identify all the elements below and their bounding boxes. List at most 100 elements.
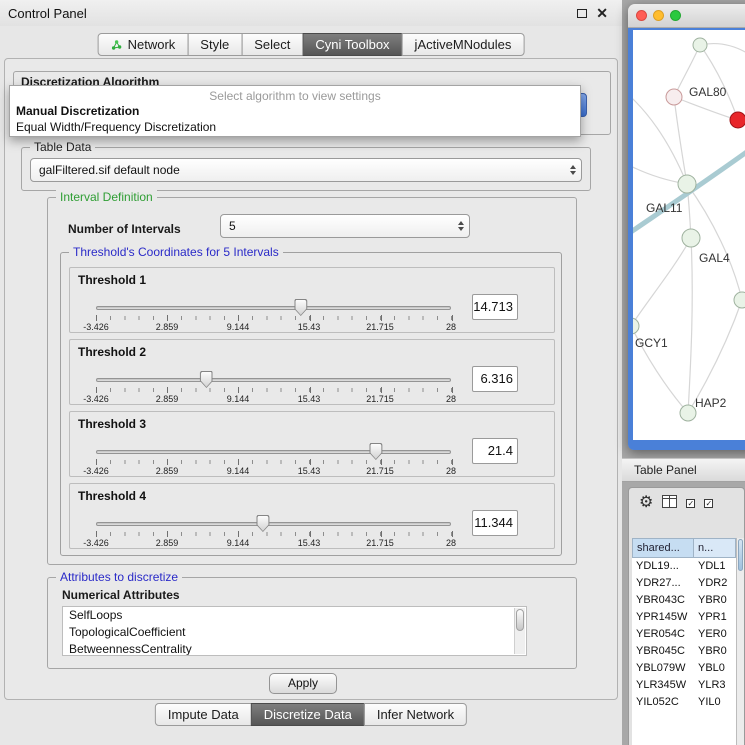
table-row[interactable]: YLR345WYLR3 xyxy=(632,677,736,694)
minimize-traffic-light-icon[interactable] xyxy=(653,10,664,21)
tick-label: -3.426 xyxy=(83,322,109,332)
threshold-value-field[interactable]: 14.713 xyxy=(472,294,518,320)
show-columns-icon[interactable] xyxy=(662,495,677,511)
threshold-block: Threshold 1-3.4262.8599.14415.4321.71528… xyxy=(69,267,555,333)
cell-shared-name: YER054C xyxy=(632,626,694,643)
threshold-value-field[interactable]: 21.4 xyxy=(472,438,518,464)
close-icon[interactable]: ✕ xyxy=(596,6,608,20)
network-node[interactable] xyxy=(734,292,745,308)
threshold-slider[interactable] xyxy=(96,306,451,310)
threshold-slider[interactable] xyxy=(96,378,451,382)
threshold-value-field[interactable]: 11.344 xyxy=(472,510,518,536)
tab-jactivemnodules[interactable]: jActiveMNodules xyxy=(402,33,525,56)
tab-network[interactable]: Network xyxy=(98,33,189,56)
zoom-traffic-light-icon[interactable] xyxy=(670,10,681,21)
tab-discretize-data[interactable]: Discretize Data xyxy=(251,703,365,726)
table-data-group: Table Data galFiltered.sif default node xyxy=(21,147,591,191)
table-row[interactable]: YBR045CYBR0 xyxy=(632,643,736,660)
table-scrollbar-thumb[interactable] xyxy=(738,539,743,571)
attributes-scrollbar[interactable] xyxy=(514,608,525,654)
slider-major-tick xyxy=(167,315,168,321)
tick-label: 2.859 xyxy=(156,394,179,404)
network-window-titlebar[interactable] xyxy=(628,4,745,28)
numerical-attributes-list[interactable]: SelfLoopsTopologicalCoefficientBetweenne… xyxy=(62,606,527,656)
algorithm-option-manual[interactable]: Manual Discretization xyxy=(10,103,580,119)
tab-cyni-toolbox[interactable]: Cyni Toolbox xyxy=(302,33,402,56)
top-tab-strip: Network StyleSelectCyni ToolboxjActiveMNo… xyxy=(98,33,525,56)
tab-infer-network[interactable]: Infer Network xyxy=(364,703,467,726)
network-node[interactable] xyxy=(680,405,696,421)
column-header-name[interactable]: n... xyxy=(693,538,736,558)
threshold-slider[interactable] xyxy=(96,522,451,526)
tab-label: Discretize Data xyxy=(264,707,352,722)
slider-thumb-face xyxy=(201,372,212,387)
threshold-label: Threshold 2 xyxy=(78,345,146,359)
threshold-value-field[interactable]: 6.316 xyxy=(472,366,518,392)
select-all-checkbox-icon[interactable]: ✓ xyxy=(686,499,695,508)
slider-major-tick xyxy=(381,459,382,465)
network-view-window: GAL80 GAL11 GAL4 GCY1 HAP2 xyxy=(628,4,745,450)
table-body: YDL19...YDL1YDR27...YDR2YBR043CYBR0YPR14… xyxy=(632,558,736,745)
list-item[interactable]: BetweennessCentrality xyxy=(63,641,526,656)
threshold-label: Threshold 3 xyxy=(78,417,146,431)
table-data-combobox[interactable]: galFiltered.sif default node xyxy=(30,158,582,182)
slider-major-tick xyxy=(238,315,239,321)
slider-thumb[interactable] xyxy=(294,299,307,316)
slider-major-tick xyxy=(310,315,311,321)
network-canvas[interactable]: GAL80 GAL11 GAL4 GCY1 HAP2 xyxy=(633,30,745,440)
tab-impute-data[interactable]: Impute Data xyxy=(155,703,252,726)
cell-name: YDR2 xyxy=(694,575,736,592)
algorithm-option-equal-width[interactable]: Equal Width/Frequency Discretization xyxy=(10,119,580,135)
float-window-icon[interactable] xyxy=(577,9,587,18)
slider-tick-labels: -3.4262.8599.14415.4321.71528 xyxy=(96,466,451,476)
apply-button[interactable]: Apply xyxy=(269,673,337,694)
network-node[interactable] xyxy=(682,229,700,247)
tab-select[interactable]: Select xyxy=(241,33,303,56)
attributes-scrollbar-thumb[interactable] xyxy=(516,609,524,631)
select-none-checkbox-icon[interactable]: ✓ xyxy=(704,499,713,508)
table-row[interactable]: YPR145WYPR1 xyxy=(632,609,736,626)
threshold-block: Threshold 2-3.4262.8599.14415.4321.71528… xyxy=(69,339,555,405)
network-node[interactable] xyxy=(633,318,639,334)
list-item[interactable]: TopologicalCoefficient xyxy=(63,624,526,641)
cell-name: YBR0 xyxy=(694,643,736,660)
network-node[interactable] xyxy=(693,38,707,52)
tab-label: Network xyxy=(128,37,176,52)
table-row[interactable]: YBR043CYBR0 xyxy=(632,592,736,609)
slider-ticks xyxy=(96,532,452,536)
tick-label: 9.144 xyxy=(227,538,250,548)
slider-thumb[interactable] xyxy=(256,515,269,532)
table-panel-header[interactable]: Table Panel xyxy=(622,458,745,482)
list-item[interactable]: SelfLoops xyxy=(63,607,526,624)
table-row[interactable]: YIL052CYIL0 xyxy=(632,694,736,711)
tick-label: 21.715 xyxy=(366,466,394,476)
number-of-intervals-combobox[interactable]: 5 xyxy=(220,214,470,238)
network-node[interactable] xyxy=(666,89,682,105)
tab-style[interactable]: Style xyxy=(187,33,242,56)
table-header-row: shared... n... xyxy=(632,538,736,558)
slider-major-tick xyxy=(167,531,168,537)
slider-major-tick xyxy=(96,459,97,465)
tick-label: 2.859 xyxy=(156,322,179,332)
selected-network-node[interactable] xyxy=(730,112,745,128)
column-header-shared-name[interactable]: shared... xyxy=(632,538,694,558)
network-node[interactable] xyxy=(678,175,696,193)
table-row[interactable]: YBL079WYBL0 xyxy=(632,660,736,677)
table-row[interactable]: YER054CYER0 xyxy=(632,626,736,643)
slider-thumb[interactable] xyxy=(369,443,382,460)
close-traffic-light-icon[interactable] xyxy=(636,10,647,21)
slider-thumb-face xyxy=(257,516,268,531)
table-row[interactable]: YDR27...YDR2 xyxy=(632,575,736,592)
network-graph: GAL80 GAL11 GAL4 GCY1 HAP2 xyxy=(633,30,745,440)
table-row[interactable]: YDL19...YDL1 xyxy=(632,558,736,575)
slider-thumb[interactable] xyxy=(200,371,213,388)
table-panel-window: ⚙ ✓ ✓ shared... n... YDL19...YDL1YDR27..… xyxy=(628,487,745,745)
slider-thumb-face xyxy=(295,300,306,315)
table-scrollbar[interactable] xyxy=(736,538,744,745)
threshold-slider[interactable] xyxy=(96,450,451,454)
gear-icon[interactable]: ⚙ xyxy=(639,495,653,511)
slider-major-tick xyxy=(452,315,453,321)
tick-label: 28 xyxy=(446,466,456,476)
algorithm-placeholder-item[interactable]: Select algorithm to view settings xyxy=(10,86,580,103)
slider-thumb-face xyxy=(370,444,381,459)
